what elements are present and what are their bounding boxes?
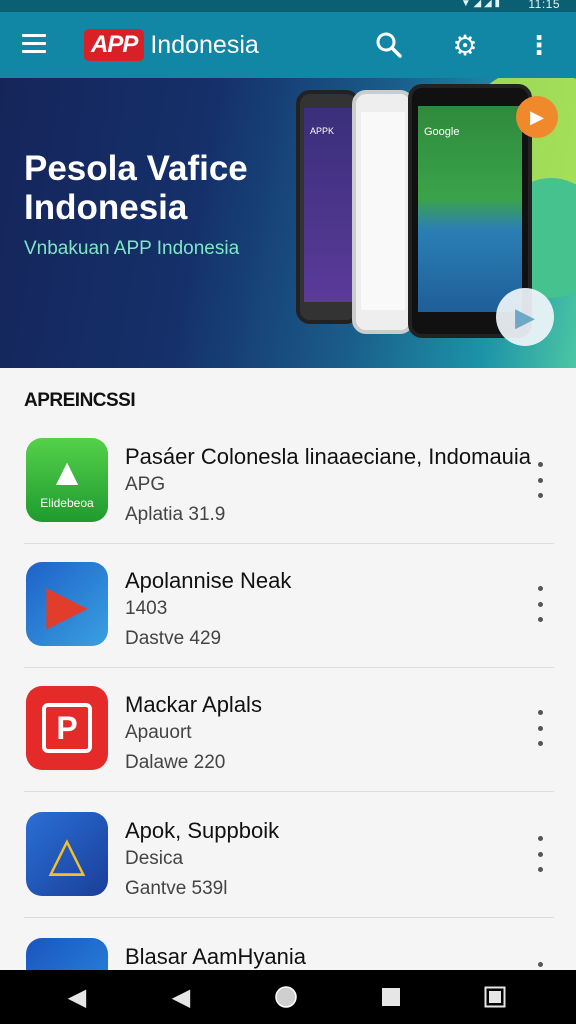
divider <box>24 917 554 918</box>
list-item[interactable]: ▲ Elidebeoa Pasáer Colonesla linaaeciane… <box>0 420 576 544</box>
status-time: 11:15 <box>528 0 560 11</box>
item-menu-icon[interactable] <box>530 462 550 498</box>
back-icon[interactable]: ◀ <box>168 984 194 1011</box>
play-store-icon: ▶ <box>26 562 108 646</box>
list-item[interactable]: P Mackar Aplals Apauort Dalawe 220 <box>0 668 576 792</box>
app-subtitle: 1403 <box>125 598 168 619</box>
app-title: Pasáer Colonesla linaaeciane, Indomauia <box>125 444 532 469</box>
play-icon[interactable]: ▶ <box>516 96 558 138</box>
app-meta: Gantve 539l <box>125 878 228 899</box>
status-bar: ▼ ◢ ◢ ▮ 11:15 <box>0 0 576 12</box>
app-icon-label: Elidebeoa <box>40 496 94 510</box>
more-vert-icon[interactable]: ⋮ <box>522 28 556 62</box>
system-nav-bar: ◀ ◀ <box>0 970 576 1024</box>
hero-banner[interactable]: Pesola Vafice Indonesia Vnbakuan APP Ind… <box>0 78 576 368</box>
app-meta: Dalawe 220 <box>125 752 226 773</box>
app-meta: Aplatia 31.9 <box>125 504 226 525</box>
hero-subtitle: Vnbakuan APP Indonesia <box>24 238 240 259</box>
app-title: Blasar AamHyania <box>125 944 306 969</box>
app-bar: APP Indonesia ⚙ ⋮ <box>0 12 576 78</box>
item-menu-icon[interactable] <box>530 710 550 746</box>
app-title: Apolannise Neak <box>125 568 292 593</box>
section-title: APREINCSSI <box>24 390 136 411</box>
app-meta: Dastve 429 <box>125 628 222 649</box>
status-icons: ▼ ◢ ◢ ▮ <box>460 0 500 9</box>
item-menu-icon[interactable] <box>530 836 550 872</box>
app-subtitle: APG <box>125 474 166 495</box>
recents-icon[interactable] <box>378 984 404 1010</box>
phone-screen-label: Google <box>424 126 460 138</box>
list-item[interactable]: △ Apok, Suppboik Desica Gantve 539l <box>0 794 576 918</box>
brand-badge: APP <box>84 29 145 61</box>
app-logo: APP Indonesia <box>84 24 259 66</box>
gear-icon[interactable]: ⚙ <box>448 28 482 62</box>
app-subtitle: Apauort <box>125 722 192 743</box>
home-icon[interactable] <box>273 984 299 1010</box>
play-button[interactable]: ▶ <box>496 288 554 346</box>
phone-image <box>352 90 414 334</box>
green-triangle-icon: ▲ Elidebeoa <box>26 438 108 522</box>
menu-icon[interactable] <box>22 34 46 54</box>
app-title: Apok, Suppboik <box>125 818 280 843</box>
app-subtitle: Desica <box>125 848 184 869</box>
drive-triangle-icon: △ <box>26 812 108 896</box>
divider <box>24 791 554 792</box>
app-title: Mackar Aplals <box>125 692 262 717</box>
back-icon[interactable]: ◀ <box>64 984 90 1011</box>
phone-screen-label: APPK <box>310 126 335 136</box>
search-icon[interactable] <box>372 28 406 62</box>
red-p-icon: P <box>26 686 108 770</box>
brand-name: Indonesia <box>150 30 259 59</box>
hero-title: Pesola Vafice Indonesia <box>24 149 248 227</box>
list-item[interactable]: ▶ Apolannise Neak 1403 Dastve 429 <box>0 544 576 668</box>
item-menu-icon[interactable] <box>530 586 550 622</box>
overview-icon[interactable] <box>482 984 508 1010</box>
